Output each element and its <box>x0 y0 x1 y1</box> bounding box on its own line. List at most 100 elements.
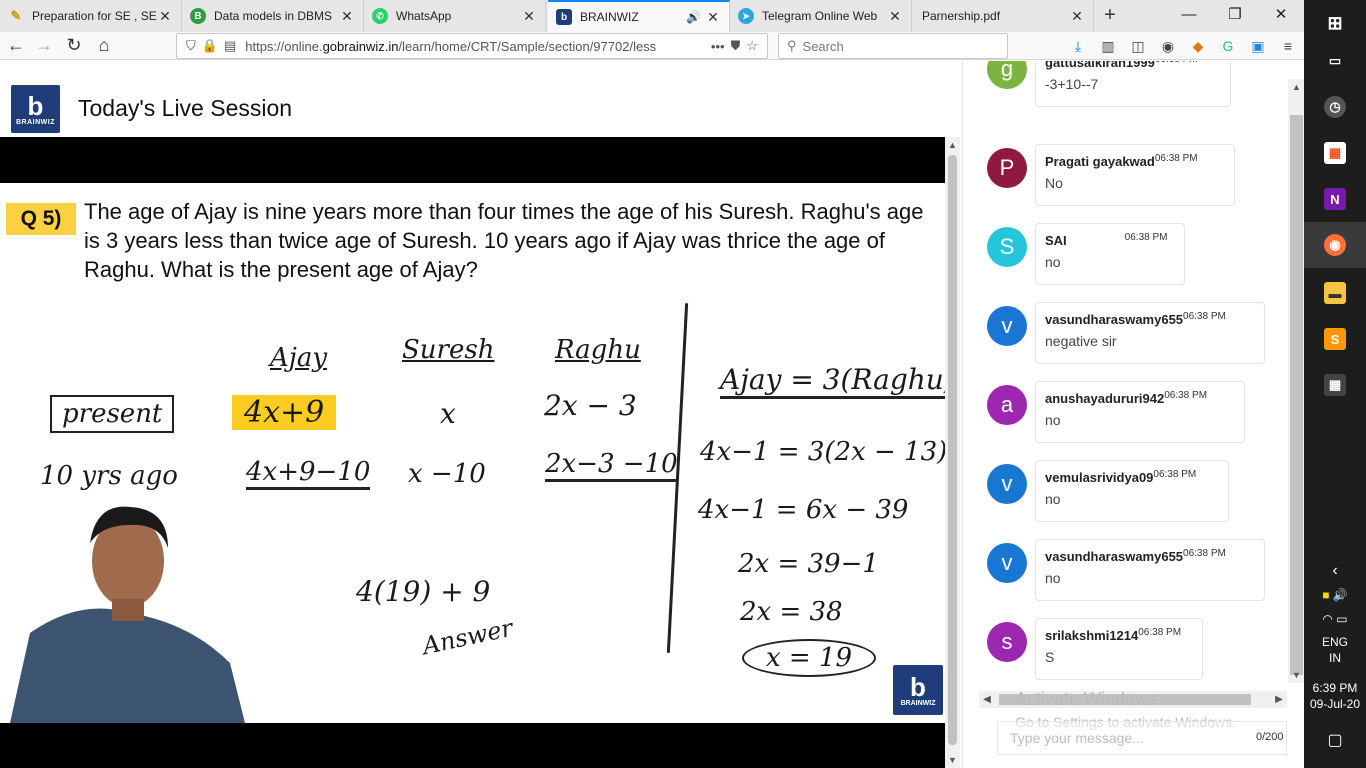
video-player[interactable]: Q 5) The age of Ajay is nine years more … <box>0 137 945 768</box>
taskbar-calculator[interactable]: ▦ <box>1304 362 1366 408</box>
battery-icon[interactable]: ▭ <box>1336 612 1347 626</box>
scroll-up-arrow[interactable]: ▲ <box>945 137 960 153</box>
speaker-icon[interactable]: 🔊 <box>686 10 701 24</box>
taskbar-onenote[interactable]: N <box>1304 176 1366 222</box>
taskbar-store[interactable]: ▦ <box>1304 130 1366 176</box>
show-hidden-icons[interactable]: ‹ <box>1304 562 1366 580</box>
scroll-down-arrow[interactable]: ▼ <box>1288 667 1304 683</box>
eq5: 2x = 38 <box>740 597 843 627</box>
taskbar-firefox[interactable]: ◉ <box>1304 222 1366 268</box>
avatar: g <box>987 61 1027 89</box>
row-past: 10 yrs ago <box>40 461 178 491</box>
tray-icons-2[interactable]: ◠ ▭ <box>1304 612 1366 626</box>
sublime-icon: S <box>1324 328 1346 350</box>
taskbar-sublime[interactable]: S <box>1304 316 1366 362</box>
scroll-thumb[interactable] <box>948 155 957 745</box>
tab-strip: ✎ Preparation for SE , SES ✕ B Data mode… <box>0 0 1304 32</box>
sticky-notes-icon[interactable]: ■ <box>1322 588 1329 602</box>
language-indicator[interactable]: ENG IN <box>1304 634 1366 666</box>
scroll-up-arrow[interactable]: ▲ <box>1288 79 1304 95</box>
close-tab-icon[interactable]: ✕ <box>1069 8 1085 25</box>
page-title: Today's Live Session <box>78 95 293 121</box>
new-tab-button[interactable]: + <box>1098 4 1122 28</box>
sender-name: srilakshmi121406:38 PM <box>1045 627 1193 643</box>
tab-data-models[interactable]: B Data models in DBMS ✕ <box>182 0 364 32</box>
tray-icons[interactable]: ■ 🔊 <box>1304 588 1366 602</box>
reload-button[interactable]: ↻ <box>62 34 86 58</box>
clock-app-icon: ◷ <box>1324 96 1346 118</box>
close-tab-icon[interactable]: ✕ <box>705 9 721 26</box>
close-window-button[interactable]: ✕ <box>1258 0 1304 32</box>
download-icon[interactable]: ⤓ <box>1068 36 1088 56</box>
sender-name: Pragati gayakwad06:38 PM <box>1045 153 1225 169</box>
close-tab-icon[interactable]: ✕ <box>887 8 903 25</box>
volume-icon[interactable]: 🔊 <box>1333 588 1348 602</box>
page-header: b BRAINWIZ Today's Live Session <box>0 61 960 137</box>
message-text: No <box>1045 175 1063 191</box>
search-input[interactable]: ⚲ Search <box>778 33 1008 59</box>
store-icon: ▦ <box>1324 142 1346 164</box>
tab-telegram[interactable]: ➤ Telegram Online Web ✕ <box>730 0 912 32</box>
close-tab-icon[interactable]: ✕ <box>339 8 355 25</box>
logo-text: BRAINWIZ <box>16 118 55 126</box>
chat-message: v vemulasrividya0906:38 PM no <box>987 460 1287 526</box>
wifi-icon[interactable]: ◠ <box>1322 612 1332 626</box>
back-button[interactable]: ← <box>4 34 28 58</box>
chat-message-input[interactable] <box>997 721 1287 755</box>
avatar: S <box>987 227 1027 267</box>
message-time: 06:38 PM <box>1124 232 1168 243</box>
task-view-button[interactable]: ▭ <box>1304 38 1366 84</box>
close-tab-icon[interactable]: ✕ <box>157 8 173 25</box>
eq1: Ajay = 3(Raghu) <box>720 363 945 399</box>
shield-icon[interactable]: ⛉ <box>186 38 196 54</box>
home-button[interactable]: ⌂ <box>92 34 116 58</box>
permissions-icon[interactable]: ▤ <box>224 38 236 54</box>
brainwiz-icon: b <box>556 9 572 25</box>
tab-title: BRAINWIZ <box>580 10 639 24</box>
save-icon[interactable]: ▣ <box>1248 36 1268 56</box>
library-icon[interactable]: ▥ <box>1098 36 1118 56</box>
tab-whatsapp[interactable]: ✆ WhatsApp ✕ <box>364 0 546 32</box>
account-icon[interactable]: ◉ <box>1158 36 1178 56</box>
clock[interactable]: 6:39 PM 09-Jul-20 <box>1304 680 1366 712</box>
bookmark-star-icon[interactable]: ☆ <box>746 38 758 54</box>
minimize-button[interactable]: — <box>1166 0 1212 32</box>
url-text[interactable]: https://online.gobrainwiz.in/learn/home/… <box>245 39 708 54</box>
taskbar-file-explorer[interactable]: ▬ <box>1304 270 1366 316</box>
tab-preparation[interactable]: ✎ Preparation for SE , SES ✕ <box>0 0 182 32</box>
message-text: -3+10--7 <box>1045 76 1099 92</box>
sidebar-icon[interactable]: ◫ <box>1128 36 1148 56</box>
tab-brainwiz[interactable]: b BRAINWIZ 🔊 ✕ <box>548 0 730 32</box>
grammarly-icon[interactable]: G <box>1218 36 1238 56</box>
forward-button[interactable]: → <box>32 34 56 58</box>
close-tab-icon[interactable]: ✕ <box>521 8 537 25</box>
sender-name-text: srilakshmi1214 <box>1045 628 1139 643</box>
lock-icon[interactable]: 🔒 <box>202 38 218 54</box>
url-bar[interactable]: ⛉ 🔒 ▤ https://online.gobrainwiz.in/learn… <box>176 33 768 59</box>
main-scrollbar[interactable]: ▲ ▼ <box>945 137 960 768</box>
sender-name: vasundharaswamy65506:38 PM <box>1045 548 1255 564</box>
taskbar-clock-app[interactable]: ◷ <box>1304 84 1366 130</box>
pocket-icon[interactable]: ⛊ <box>731 38 741 54</box>
scroll-thumb[interactable] <box>1290 115 1303 675</box>
col-suresh: Suresh <box>402 335 495 365</box>
brainwiz-logo[interactable]: b BRAINWIZ <box>11 85 60 133</box>
scroll-down-arrow[interactable]: ▼ <box>945 752 960 768</box>
tab-partnership-pdf[interactable]: Parnership.pdf ✕ <box>912 0 1094 32</box>
folder-icon: ▬ <box>1324 282 1346 304</box>
restore-button[interactable]: ❐ <box>1212 0 1258 32</box>
past-suresh: x −10 <box>408 459 486 489</box>
metamask-icon[interactable]: ◆ <box>1188 36 1208 56</box>
scroll-right-arrow[interactable]: ▶ <box>1271 691 1287 708</box>
scroll-left-arrow[interactable]: ◀ <box>979 691 995 708</box>
message-bubble: Pragati gayakwad06:38 PM No <box>1035 144 1235 206</box>
past-raghu: 2x−3 −10 <box>545 449 678 482</box>
language: ENG <box>1321 635 1348 649</box>
menu-icon[interactable]: ≡ <box>1278 36 1298 56</box>
chat-scrollbar[interactable]: ▲ ▼ <box>1288 79 1304 683</box>
page-actions-icon[interactable]: ••• <box>711 39 725 54</box>
action-center-button[interactable]: ▢ <box>1304 730 1366 750</box>
tab-title: Data models in DBMS <box>214 9 333 23</box>
message-time: 06:38 PM <box>1183 311 1226 322</box>
char-count: 0/200 <box>1256 731 1284 743</box>
